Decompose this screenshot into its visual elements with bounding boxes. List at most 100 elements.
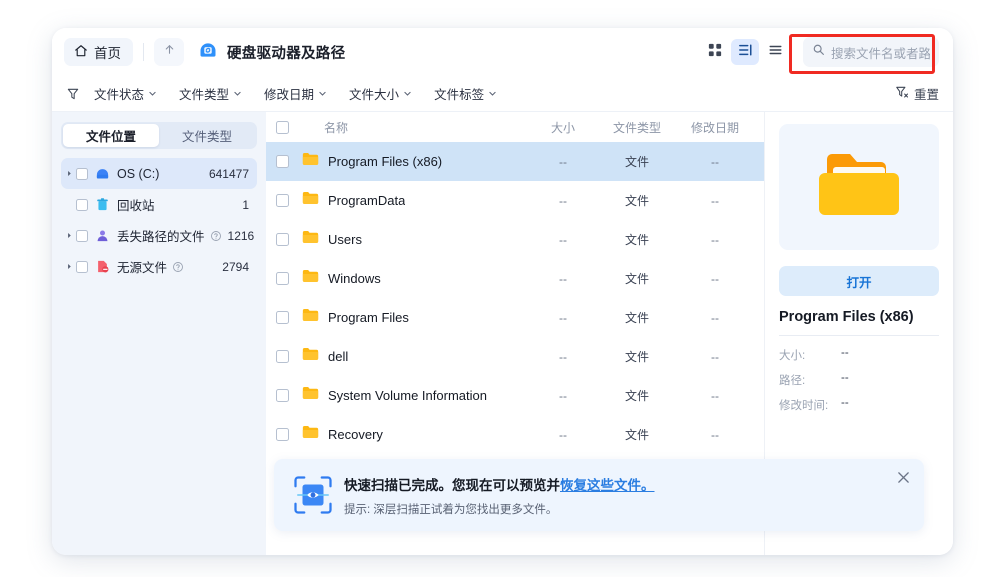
folder-icon	[302, 347, 319, 366]
reset-filters-button[interactable]: 重置	[895, 84, 939, 103]
grid-view-button[interactable]	[701, 39, 729, 65]
sidebar-tab-group: 文件位置 文件类型	[61, 122, 257, 149]
sidebar-tab-file-location[interactable]: 文件位置	[63, 124, 159, 147]
sidebar-item-label: 无源文件	[117, 257, 167, 276]
select-all-checkbox[interactable]	[276, 121, 302, 134]
row-checkbox[interactable]	[276, 428, 302, 441]
sidebar-item-count: 1	[236, 198, 249, 212]
grid-icon	[708, 43, 722, 62]
column-header-type[interactable]: 文件类型	[600, 119, 674, 136]
row-checkbox[interactable]	[276, 350, 302, 363]
recover-files-link[interactable]: 恢复这些文件。	[560, 478, 655, 493]
table-row[interactable]: ProgramData--文件--	[266, 181, 764, 220]
detail-view-button[interactable]	[731, 39, 759, 65]
chevron-right-icon[interactable]	[63, 263, 76, 270]
file-size: --	[526, 155, 600, 169]
help-icon[interactable]	[172, 261, 184, 273]
sidebar-item-os-c[interactable]: OS (C:) 641477	[61, 158, 257, 189]
file-type: 文件	[600, 348, 674, 365]
chevron-down-icon	[488, 87, 497, 101]
row-name-cell: ProgramData	[302, 191, 526, 210]
column-header-size[interactable]: 大小	[526, 119, 600, 136]
window-title-group: 硬盘驱动器及路径	[198, 40, 345, 65]
checkbox[interactable]	[76, 168, 88, 180]
filter-modified-date[interactable]: 修改日期	[264, 84, 327, 103]
checkbox[interactable]	[76, 261, 88, 273]
file-type: 文件	[600, 309, 674, 326]
open-button-label: 打开	[846, 272, 871, 291]
help-icon[interactable]	[210, 230, 222, 242]
file-type: 文件	[600, 426, 674, 443]
sidebar-item-orphan-files[interactable]: 无源文件 2794	[61, 251, 257, 282]
file-list-header: 名称 大小 文件类型 修改日期	[266, 112, 764, 142]
filter-file-size[interactable]: 文件大小	[349, 84, 412, 103]
table-row[interactable]: Program Files--文件--	[266, 298, 764, 337]
toast-heading: 快速扫描已完成。您现在可以预览并恢复这些文件。	[344, 474, 655, 494]
row-checkbox[interactable]	[276, 155, 302, 168]
row-checkbox[interactable]	[276, 389, 302, 402]
row-checkbox[interactable]	[276, 272, 302, 285]
column-header-date[interactable]: 修改日期	[674, 119, 756, 136]
row-checkbox[interactable]	[276, 233, 302, 246]
chevron-right-icon[interactable]	[63, 170, 76, 177]
filter-file-status[interactable]: 文件状态	[94, 84, 157, 103]
go-up-button[interactable]	[154, 38, 184, 66]
table-row[interactable]: Recovery--文件--	[266, 415, 764, 454]
app-window: 首页 硬盘驱动器及路径	[52, 28, 953, 555]
detail-list-icon	[738, 43, 753, 62]
meta-row-size: 大小: --	[779, 347, 939, 363]
scan-complete-toast: 快速扫描已完成。您现在可以预览并恢复这些文件。 提示: 深层扫描正试着为您找出更…	[274, 459, 924, 531]
table-row[interactable]: dell--文件--	[266, 337, 764, 376]
filter-label: 文件大小	[349, 84, 399, 103]
file-date: --	[674, 311, 756, 325]
checkbox[interactable]	[76, 230, 88, 242]
list-view-button[interactable]	[761, 39, 789, 65]
sidebar: 文件位置 文件类型	[52, 112, 266, 555]
meta-key: 修改时间:	[779, 397, 841, 413]
file-date: --	[674, 194, 756, 208]
search-placeholder: 搜索文件名或者路径	[831, 43, 930, 62]
sidebar-item-count: 2794	[216, 260, 249, 274]
sidebar-item-lost-path-files[interactable]: 丢失路径的文件 1216	[61, 220, 257, 251]
open-button[interactable]: 打开	[779, 266, 939, 296]
checkbox[interactable]	[76, 199, 88, 211]
sidebar-tab-file-type[interactable]: 文件类型	[159, 124, 255, 147]
sidebar-item-recycle-bin[interactable]: 回收站 1	[61, 189, 257, 220]
row-name-cell: Users	[302, 230, 526, 249]
search-input[interactable]: 搜索文件名或者路径	[803, 37, 939, 67]
row-name-cell: Program Files	[302, 308, 526, 327]
file-date: --	[674, 350, 756, 364]
filter-file-tag[interactable]: 文件标签	[434, 84, 497, 103]
close-icon[interactable]	[894, 468, 912, 486]
search-icon	[812, 43, 825, 61]
toast-text: 快速扫描已完成。您现在可以预览并恢复这些文件。 提示: 深层扫描正试着为您找出更…	[344, 474, 655, 517]
recycle-bin-icon	[95, 197, 111, 212]
funnel-clear-icon	[895, 85, 909, 102]
row-name-cell: System Volume Information	[302, 386, 526, 405]
table-row[interactable]: Windows--文件--	[266, 259, 764, 298]
file-size: --	[526, 194, 600, 208]
toolbar-divider	[143, 43, 144, 61]
table-row[interactable]: Program Files (x86)--文件--	[266, 142, 764, 181]
table-row[interactable]: System Volume Information--文件--	[266, 376, 764, 415]
file-date: --	[674, 389, 756, 403]
column-header-name[interactable]: 名称	[302, 119, 526, 136]
preview-file-name: Program Files (x86)	[779, 309, 939, 336]
file-name: ProgramData	[328, 193, 405, 208]
chevron-right-icon[interactable]	[63, 232, 76, 239]
row-checkbox[interactable]	[276, 311, 302, 324]
home-breadcrumb-button[interactable]: 首页	[64, 38, 133, 66]
row-checkbox[interactable]	[276, 194, 302, 207]
filter-file-type[interactable]: 文件类型	[179, 84, 242, 103]
funnel-icon[interactable]	[66, 87, 80, 101]
chevron-down-icon	[318, 87, 327, 101]
meta-value: --	[841, 397, 849, 413]
file-type: 文件	[600, 153, 674, 170]
drive-recovery-icon	[198, 40, 218, 65]
table-row[interactable]: Users--文件--	[266, 220, 764, 259]
file-date: --	[674, 272, 756, 286]
meta-row-path: 路径: --	[779, 372, 939, 388]
sidebar-item-label: 回收站	[117, 195, 155, 214]
file-type: 文件	[600, 387, 674, 404]
filter-bar: 文件状态 文件类型 修改日期 文件大小 文件标签	[52, 76, 953, 112]
